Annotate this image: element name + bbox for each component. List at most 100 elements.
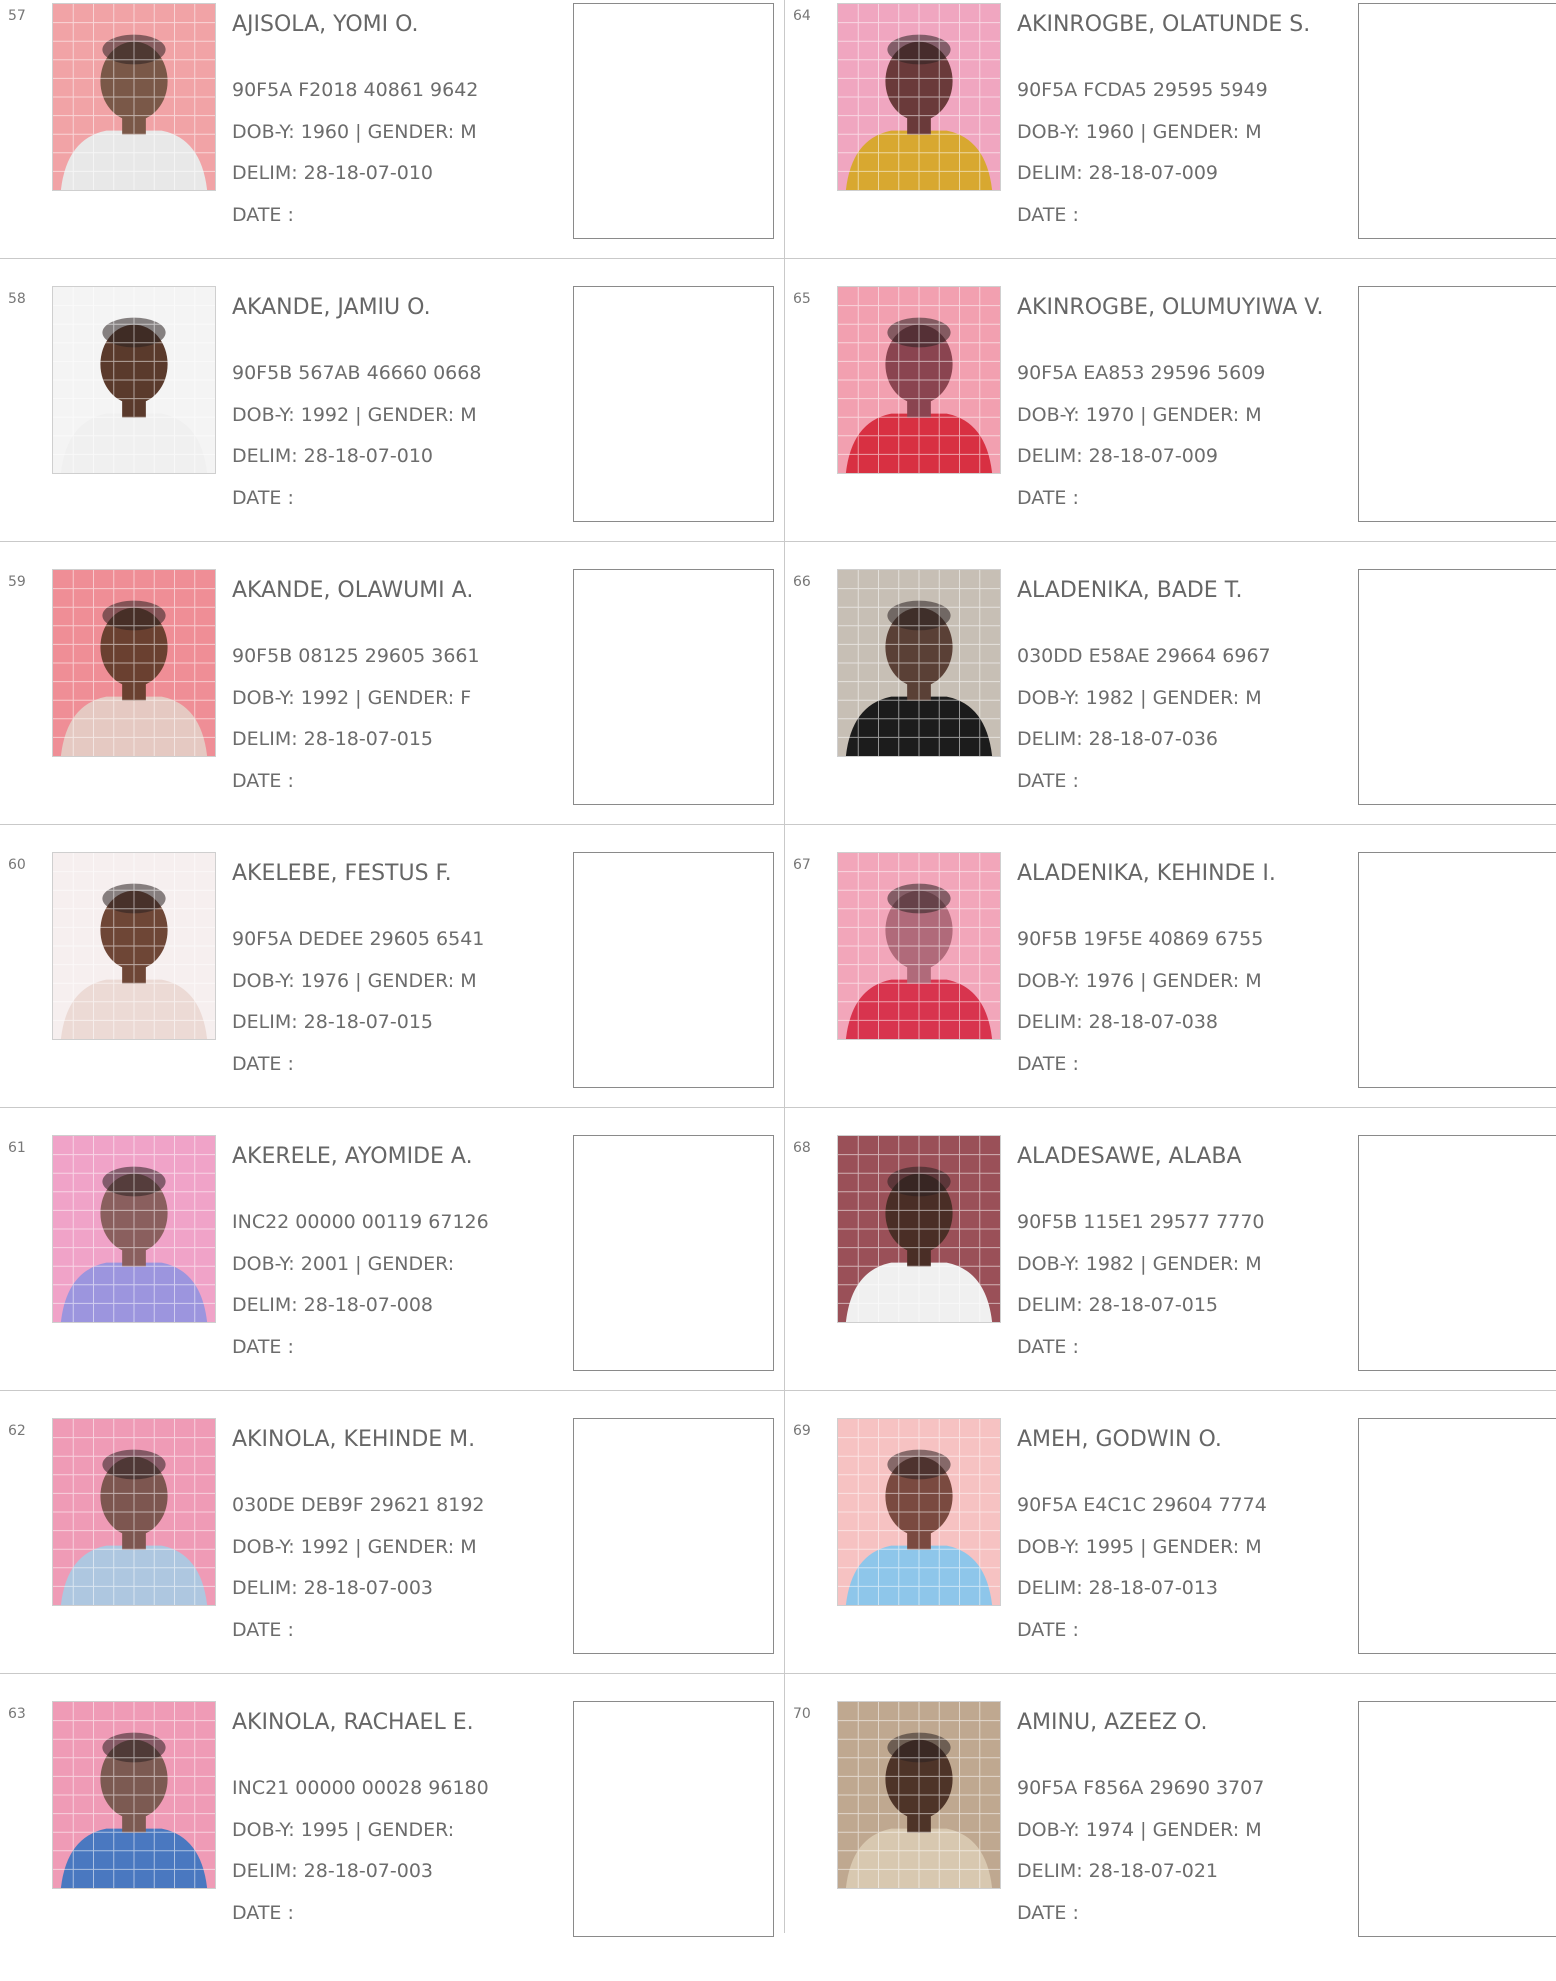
delim-line: DELIM: 28-18-07-009 <box>1017 162 1219 184</box>
voter-vin: 90F5B 08125 29605 3661 <box>232 645 480 667</box>
voter-photo <box>837 1135 1001 1323</box>
voter-name: ALADENIKA, KEHINDE I. <box>1017 861 1276 886</box>
date-line: DATE : <box>1017 1053 1079 1075</box>
serial-number: 59 <box>8 574 26 590</box>
voter-vin: 90F5A F2018 40861 9642 <box>232 79 479 101</box>
row-divider <box>0 1390 1556 1391</box>
voter-photo <box>52 286 216 474</box>
delim-line: DELIM: 28-18-07-013 <box>1017 1577 1219 1599</box>
voter-name: AKELEBE, FESTUS F. <box>232 861 452 886</box>
delim-line: DELIM: 28-18-07-038 <box>1017 1011 1219 1033</box>
date-line: DATE : <box>232 1336 294 1358</box>
voter-entry: 65 AKINROGBE, OLUMUYIWA V. 90F5A EA853 295… <box>785 283 1556 566</box>
thumbprint-box <box>573 569 774 805</box>
voter-name: ALADENIKA, BADE T. <box>1017 578 1243 603</box>
voter-name: AKINROGBE, OLATUNDE S. <box>1017 12 1311 37</box>
delim-line: DELIM: 28-18-07-036 <box>1017 728 1219 750</box>
serial-number: 68 <box>793 1140 811 1156</box>
dob-gender-line: DOB-Y: 1960 | GENDER: M <box>1017 121 1262 143</box>
delim-line: DELIM: 28-18-07-021 <box>1017 1860 1219 1882</box>
thumbprint-box <box>1358 286 1556 522</box>
date-line: DATE : <box>1017 204 1079 226</box>
date-line: DATE : <box>232 770 294 792</box>
voter-entry: 57 AJISOLA, YOMI O. 90F5A F2018 40861 9642… <box>0 0 784 283</box>
column-divider <box>784 0 785 1933</box>
voter-vin: 90F5B 567AB 46660 0668 <box>232 362 482 384</box>
date-line: DATE : <box>1017 1619 1079 1641</box>
voter-entry: 70 AMINU, AZEEZ O. 90F5A F856A 29690 3707 D… <box>785 1698 1556 1981</box>
delim-line: DELIM: 28-18-07-015 <box>232 728 434 750</box>
voter-photo <box>52 3 216 191</box>
voter-entry: 69 AMEH, GODWIN O. 90F5A E4C1C 29604 7774 D… <box>785 1415 1556 1698</box>
voter-entry: 63 AKINOLA, RACHAEL E. INC21 00000 00028 9… <box>0 1698 784 1981</box>
voter-vin: INC22 00000 00119 67126 <box>232 1211 489 1233</box>
row-divider <box>0 824 1556 825</box>
thumbprint-box <box>573 286 774 522</box>
date-line: DATE : <box>232 1053 294 1075</box>
thumbprint-box <box>573 852 774 1088</box>
thumbprint-box <box>573 3 774 239</box>
voter-entry: 60 AKELEBE, FESTUS F. 90F5A DEDEE 29605 65… <box>0 849 784 1132</box>
thumbprint-box <box>1358 1135 1556 1371</box>
voter-register-grid: 57 AJISOLA, YOMI O. 90F5A F2018 40861 9642… <box>0 0 1556 1937</box>
dob-gender-line: DOB-Y: 1976 | GENDER: M <box>232 970 477 992</box>
delim-line: DELIM: 28-18-07-009 <box>1017 445 1219 467</box>
voter-entry: 58 AKANDE, JAMIU O. 90F5B 567AB 46660 0668… <box>0 283 784 566</box>
row-divider <box>0 1673 1556 1674</box>
row-divider <box>0 541 1556 542</box>
dob-gender-line: DOB-Y: 1960 | GENDER: M <box>232 121 477 143</box>
date-line: DATE : <box>232 1619 294 1641</box>
thumbprint-box <box>573 1701 774 1937</box>
serial-number: 65 <box>793 291 811 307</box>
voter-name: AKINROGBE, OLUMUYIWA V. <box>1017 295 1324 320</box>
date-line: DATE : <box>1017 1336 1079 1358</box>
delim-line: DELIM: 28-18-07-015 <box>1017 1294 1219 1316</box>
thumbprint-box <box>573 1135 774 1371</box>
voter-vin: 90F5A E4C1C 29604 7774 <box>1017 1494 1267 1516</box>
thumbprint-box <box>1358 569 1556 805</box>
voter-photo <box>52 1418 216 1606</box>
voter-entry: 64 AKINROGBE, OLATUNDE S. 90F5A FCDA5 2959… <box>785 0 1556 283</box>
voter-photo <box>837 1701 1001 1889</box>
serial-number: 69 <box>793 1423 811 1439</box>
voter-vin: INC21 00000 00028 96180 <box>232 1777 489 1799</box>
dob-gender-line: DOB-Y: 1982 | GENDER: M <box>1017 687 1262 709</box>
voter-vin: 90F5A EA853 29596 5609 <box>1017 362 1266 384</box>
serial-number: 57 <box>8 8 26 24</box>
voter-name: AKANDE, OLAWUMI A. <box>232 578 474 603</box>
voter-name: AKINOLA, KEHINDE M. <box>232 1427 476 1452</box>
dob-gender-line: DOB-Y: 1974 | GENDER: M <box>1017 1819 1262 1841</box>
voter-vin: 90F5A DEDEE 29605 6541 <box>232 928 485 950</box>
voter-photo <box>52 1701 216 1889</box>
voter-entry: 61 AKERELE, AYOMIDE A. INC22 00000 00119 6… <box>0 1132 784 1415</box>
thumbprint-box <box>573 1418 774 1654</box>
row-divider <box>0 1107 1556 1108</box>
voter-entry: 68 ALADESAWE, ALABA 90F5B 115E1 29577 7770… <box>785 1132 1556 1415</box>
dob-gender-line: DOB-Y: 1995 | GENDER: M <box>1017 1536 1262 1558</box>
thumbprint-box <box>1358 1418 1556 1654</box>
dob-gender-line: DOB-Y: 1992 | GENDER: M <box>232 1536 477 1558</box>
delim-line: DELIM: 28-18-07-008 <box>232 1294 434 1316</box>
serial-number: 63 <box>8 1706 26 1722</box>
voter-photo <box>837 1418 1001 1606</box>
date-line: DATE : <box>1017 1902 1079 1924</box>
voter-vin: 90F5A F856A 29690 3707 <box>1017 1777 1265 1799</box>
dob-gender-line: DOB-Y: 1995 | GENDER: <box>232 1819 455 1841</box>
voter-photo <box>837 3 1001 191</box>
serial-number: 70 <box>793 1706 811 1722</box>
dob-gender-line: DOB-Y: 1970 | GENDER: M <box>1017 404 1262 426</box>
serial-number: 58 <box>8 291 26 307</box>
voter-vin: 90F5A FCDA5 29595 5949 <box>1017 79 1268 101</box>
voter-name: AMINU, AZEEZ O. <box>1017 1710 1208 1735</box>
serial-number: 64 <box>793 8 811 24</box>
voter-entry: 62 AKINOLA, KEHINDE M. 030DE DEB9F 29621 8… <box>0 1415 784 1698</box>
dob-gender-line: DOB-Y: 1976 | GENDER: M <box>1017 970 1262 992</box>
voter-vin: 90F5B 115E1 29577 7770 <box>1017 1211 1265 1233</box>
date-line: DATE : <box>1017 770 1079 792</box>
voter-name: AJISOLA, YOMI O. <box>232 12 419 37</box>
voter-photo <box>52 569 216 757</box>
voter-photo <box>52 1135 216 1323</box>
delim-line: DELIM: 28-18-07-010 <box>232 445 434 467</box>
voter-photo <box>837 852 1001 1040</box>
serial-number: 60 <box>8 857 26 873</box>
